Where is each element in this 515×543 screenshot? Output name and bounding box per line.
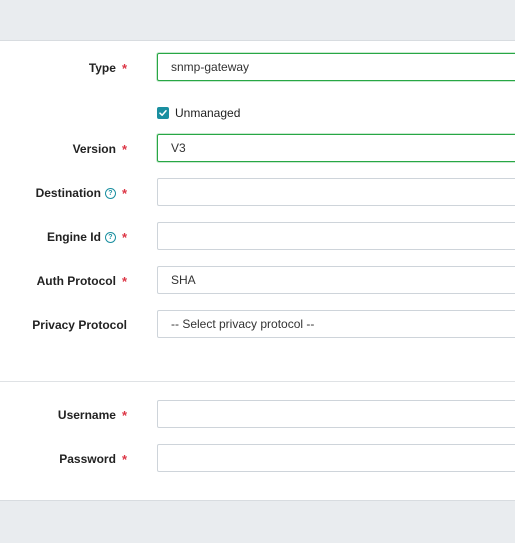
privacy-protocol-row: Privacy Protocol -- Select privacy proto… (0, 310, 515, 340)
required-marker: * (121, 407, 127, 423)
auth-protocol-row: Auth Protocol * SHA (0, 266, 515, 296)
unmanaged-checkbox[interactable] (157, 107, 169, 119)
privacy-protocol-label-group: Privacy Protocol (32, 310, 127, 340)
type-value: snmp-gateway (171, 60, 250, 74)
username-label-group: Username * (58, 400, 127, 430)
username-input[interactable] (157, 400, 515, 428)
version-label: Version (72, 142, 116, 156)
required-marker: * (121, 273, 127, 289)
engine-id-label: Engine Id (46, 230, 101, 244)
section-divider (0, 381, 515, 382)
auth-protocol-label-group: Auth Protocol * (37, 266, 127, 296)
unmanaged-label[interactable]: Unmanaged (175, 106, 240, 120)
help-icon[interactable]: ? (104, 231, 116, 243)
destination-input[interactable] (157, 178, 515, 206)
top-band (0, 0, 515, 41)
type-label-group: Type * (89, 53, 127, 83)
privacy-protocol-value: -- Select privacy protocol -- (171, 317, 315, 331)
version-select[interactable]: V3 (157, 134, 515, 162)
auth-protocol-label: Auth Protocol (36, 274, 116, 288)
auth-protocol-value: SHA (171, 273, 196, 287)
destination-label-group: Destination ? * (36, 178, 127, 208)
version-value: V3 (171, 141, 186, 155)
type-row: Type * snmp-gateway (0, 53, 515, 83)
required-marker: * (121, 185, 127, 201)
username-row: Username * (0, 400, 515, 430)
required-marker: * (121, 451, 127, 467)
username-label: Username (57, 408, 116, 422)
privacy-protocol-label: Privacy Protocol (32, 318, 127, 332)
auth-protocol-select[interactable]: SHA (157, 266, 515, 294)
password-input[interactable] (157, 444, 515, 472)
required-marker: * (121, 229, 127, 245)
destination-row: Destination ? * (0, 178, 515, 208)
required-marker: * (121, 60, 127, 76)
type-label: Type (88, 61, 116, 75)
password-label: Password (59, 452, 116, 466)
engine-id-input[interactable] (157, 222, 515, 250)
password-label-group: Password * (59, 444, 127, 474)
unmanaged-row[interactable]: Unmanaged (157, 106, 240, 120)
help-icon[interactable]: ? (104, 187, 116, 199)
engine-id-row: Engine Id ? * (0, 222, 515, 252)
version-label-group: Version * (73, 134, 127, 164)
type-select[interactable]: snmp-gateway (157, 53, 515, 81)
password-row: Password * (0, 444, 515, 474)
engine-id-label-group: Engine Id ? * (47, 222, 127, 252)
form-panel: Type * snmp-gateway Unmanaged Version * … (0, 41, 515, 501)
destination-label: Destination (35, 186, 101, 200)
required-marker: * (121, 141, 127, 157)
privacy-protocol-select[interactable]: -- Select privacy protocol -- (157, 310, 515, 338)
version-row: Version * V3 (0, 134, 515, 164)
checkmark-icon (159, 110, 167, 116)
